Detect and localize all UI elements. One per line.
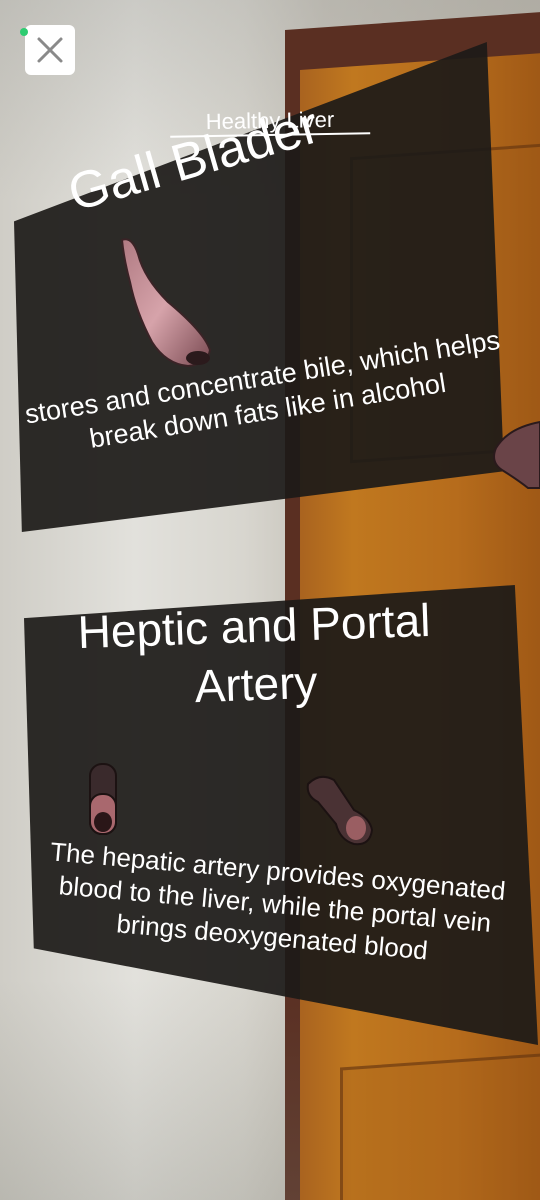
door-panel — [340, 1052, 540, 1200]
gall-bladder-model[interactable] — [108, 232, 228, 372]
floor-shadow — [0, 980, 300, 1200]
partial-organ-model[interactable] — [488, 420, 540, 490]
heptic-artery-title: Heptic and Portal Artery — [76, 593, 432, 713]
portal-vein-model[interactable] — [300, 770, 380, 850]
hepatic-artery-model[interactable] — [86, 760, 122, 840]
close-button[interactable] — [25, 25, 75, 75]
close-icon — [37, 37, 63, 63]
ar-camera-view: Healthy Liver Gall Blader stores and con… — [0, 0, 540, 1200]
status-indicator-dot — [20, 28, 28, 36]
